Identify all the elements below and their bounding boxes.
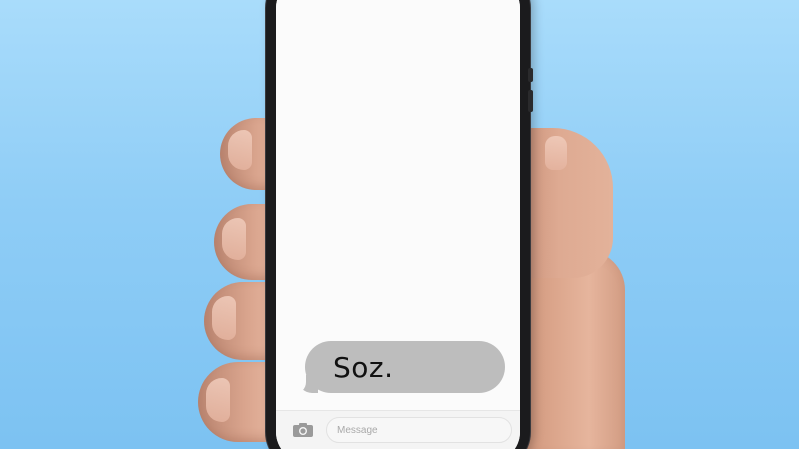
received-message-bubble[interactable]: Soz.: [292, 341, 505, 394]
scene: Soz. Message: [0, 0, 799, 449]
phone-screen: Soz. Message: [276, 0, 520, 449]
volume-button: [528, 68, 533, 82]
ring-fingernail: [212, 296, 236, 340]
little-fingernail: [206, 378, 230, 422]
camera-icon-graphic: [293, 423, 313, 437]
message-text: Soz.: [333, 350, 394, 384]
compose-bar: Message: [276, 410, 520, 449]
middle-fingernail: [222, 218, 246, 260]
bubble-tail: [292, 374, 318, 394]
index-fingernail: [228, 130, 252, 170]
volume-button-lower: [528, 90, 533, 112]
message-thread[interactable]: Soz.: [276, 0, 520, 418]
message-input[interactable]: Message: [326, 417, 512, 443]
message-placeholder: Message: [337, 424, 378, 436]
phone-frame: Soz. Message: [266, 0, 533, 449]
thumbnail: [545, 136, 567, 170]
camera-icon[interactable]: [292, 422, 314, 438]
